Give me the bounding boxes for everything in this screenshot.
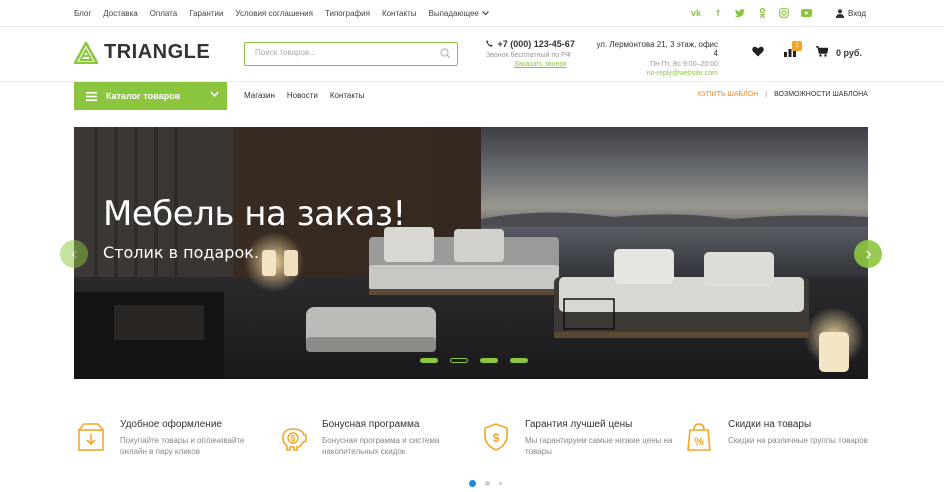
hero-slider: Мебель на заказ! Столик в подарок.: [74, 127, 868, 379]
top-link-guarantees[interactable]: Гарантии: [189, 9, 223, 18]
template-features-link[interactable]: ВОЗМОЖНОСТИ ШАБЛОНА: [774, 91, 868, 98]
slider-dot[interactable]: [510, 358, 528, 363]
working-hours: Пн-Пт, Вс 9:00–20:00: [650, 61, 718, 68]
search-input[interactable]: [255, 48, 425, 57]
youtube-icon[interactable]: [800, 7, 812, 19]
search-box: [244, 42, 458, 66]
top-links: Блог Доставка Оплата Гарантии Условия со…: [74, 9, 501, 18]
phone-number-row[interactable]: +7 (000) 123-45-67: [486, 39, 575, 49]
compare-count-badge: 1: [792, 41, 802, 51]
cart-total[interactable]: 0 руб.: [836, 48, 862, 58]
pager-dot[interactable]: [499, 482, 502, 485]
odnoklassniki-icon[interactable]: [756, 7, 768, 19]
nav-link-shop[interactable]: Магазин: [244, 91, 275, 100]
phone-number: +7 (000) 123-45-67: [497, 39, 575, 49]
compare-button[interactable]: 1: [784, 41, 802, 59]
feature-desc: Бонусная программа и система накопительн…: [322, 436, 440, 456]
catalog-label: Каталог товаров: [106, 91, 181, 101]
slider-dots: [420, 358, 528, 363]
triangle-logo-icon: [74, 41, 98, 64]
catalog-button[interactable]: Каталог товаров: [74, 82, 227, 110]
login-label: Вход: [848, 9, 867, 18]
top-link-payment[interactable]: Оплата: [150, 9, 178, 18]
slide-title: Мебель на заказ!: [103, 194, 406, 234]
top-link-printing[interactable]: Типография: [325, 9, 370, 18]
cart-button[interactable]: [816, 46, 829, 59]
twitter-icon[interactable]: [734, 7, 746, 19]
email-link[interactable]: no-reply@website.com: [596, 70, 718, 77]
header-actions: 1 0 руб.: [752, 41, 862, 59]
pager-dot[interactable]: [485, 481, 490, 486]
box-icon: [78, 423, 104, 451]
heart-icon: [752, 46, 764, 57]
chevron-right-icon: [865, 249, 871, 259]
instagram-icon[interactable]: [778, 7, 790, 19]
slider-next-button[interactable]: [854, 240, 882, 268]
nav-link-contacts[interactable]: Контакты: [330, 91, 365, 100]
chevron-down-icon: [210, 91, 219, 98]
pager-dot-active[interactable]: [469, 480, 476, 487]
template-nav: КУПИТЬ ШАБЛОН | ВОЗМОЖНОСТИ ШАБЛОНА: [698, 91, 868, 98]
main-nav: Магазин Новости Контакты: [244, 91, 376, 100]
slide-subtitle: Столик в подарок.: [103, 243, 259, 262]
feature-title: Бонусная программа: [322, 419, 420, 430]
social-links: vk f: [690, 7, 812, 19]
facebook-icon[interactable]: f: [712, 7, 724, 19]
feature-desc: Скидки на различные группы товаров: [728, 436, 868, 445]
menu-icon: [86, 91, 97, 101]
cart-icon: [816, 46, 829, 57]
nav-link-news[interactable]: Новости: [287, 91, 318, 100]
features-pager: [469, 480, 502, 487]
chevron-left-icon: [71, 249, 77, 259]
user-icon: [836, 9, 844, 18]
top-link-contacts[interactable]: Контакты: [382, 9, 417, 18]
chevron-down-icon: [481, 11, 489, 16]
address-text: ул. Лермонтова 21, 3 этаж, офис 4: [596, 40, 718, 58]
slider-prev-button[interactable]: [60, 240, 88, 268]
top-dropdown[interactable]: Выпадающее: [429, 9, 489, 18]
phone-note: Звонок бесплатный по РФ: [486, 52, 571, 59]
slider-dot-active[interactable]: [450, 358, 468, 363]
piggy-bank-icon: $: [282, 428, 307, 451]
login-link[interactable]: Вход: [836, 9, 866, 18]
buy-template-link[interactable]: КУПИТЬ ШАБЛОН: [698, 91, 758, 98]
discount-bag-icon: %: [687, 423, 711, 451]
address-block: ул. Лермонтова 21, 3 этаж, офис 4 Пн-Пт,…: [596, 40, 718, 77]
shield-dollar-icon: $: [484, 423, 508, 451]
search-icon[interactable]: [440, 48, 451, 59]
top-bar: Блог Доставка Оплата Гарантии Условия со…: [0, 0, 944, 27]
phone-icon: [486, 40, 493, 47]
svg-text:%: %: [694, 436, 704, 448]
feature-title: Скидки на товары: [728, 419, 812, 430]
svg-text:$: $: [493, 431, 500, 445]
top-dropdown-label: Выпадающее: [428, 9, 479, 18]
top-link-blog[interactable]: Блог: [74, 9, 91, 18]
phone-block: +7 (000) 123-45-67 Звонок бесплатный по …: [486, 39, 575, 68]
top-link-delivery[interactable]: Доставка: [103, 9, 137, 18]
logo-text: TRIANGLE: [104, 41, 211, 63]
feature-title: Гарантия лучшей цены: [525, 419, 633, 430]
top-link-terms[interactable]: Условия соглашения: [235, 9, 313, 18]
favorites-button[interactable]: [752, 46, 764, 59]
logo[interactable]: TRIANGLE: [74, 41, 210, 64]
slider-dot[interactable]: [480, 358, 498, 363]
feature-title: Удобное оформление: [120, 419, 222, 430]
nav-separator: |: [765, 91, 768, 98]
feature-desc: Мы гарантируем самые низкие цены на това…: [525, 436, 673, 456]
callback-link[interactable]: Заказать звонок: [514, 61, 575, 68]
svg-text:$: $: [291, 434, 296, 443]
vk-icon[interactable]: vk: [690, 7, 702, 19]
feature-desc: Покупайте товары и оплачивайте онлайн в …: [120, 436, 245, 456]
slider-dot[interactable]: [420, 358, 438, 363]
